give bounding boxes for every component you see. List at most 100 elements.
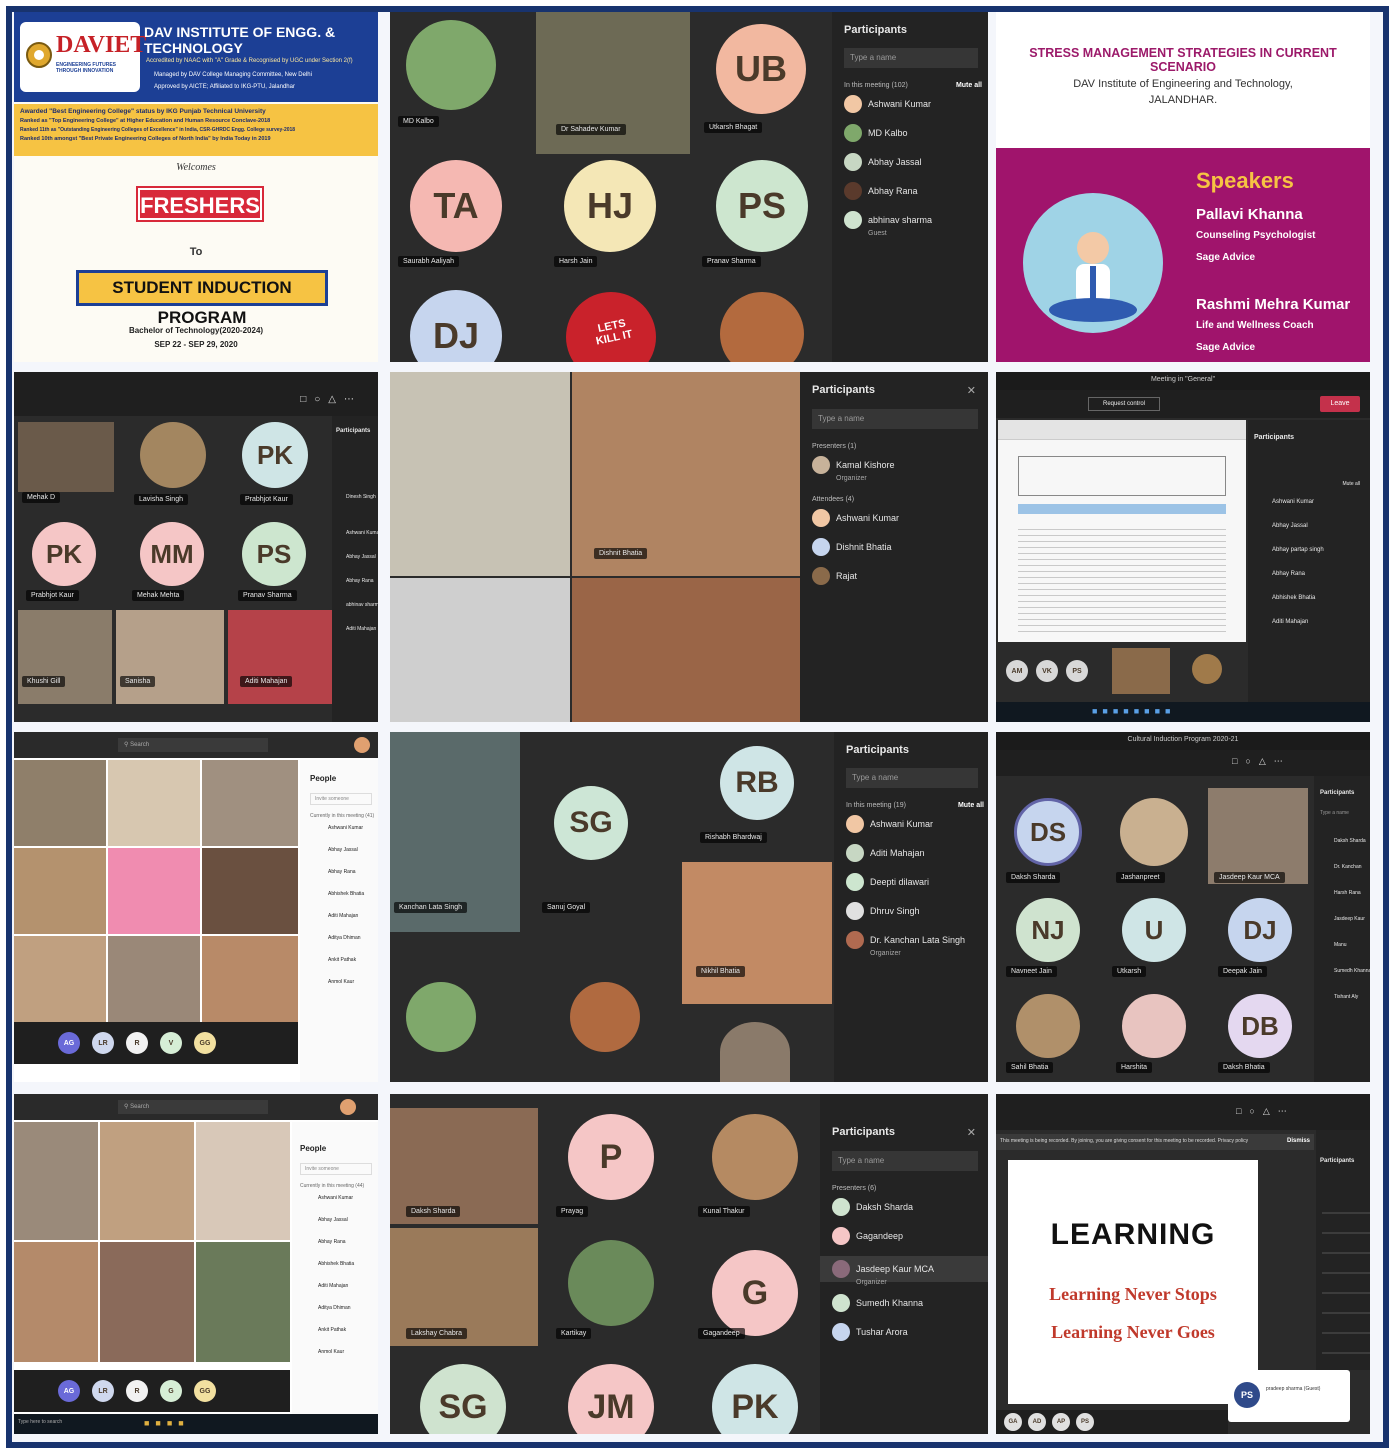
avatar-ga[interactable]: GA xyxy=(1004,1413,1022,1431)
video-tile[interactable] xyxy=(228,610,332,704)
participant-label[interactable]: Aditya Dhiman xyxy=(328,935,378,941)
video-tile[interactable] xyxy=(572,372,800,576)
avatar-jm[interactable]: JM xyxy=(568,1364,654,1434)
participant-label[interactable]: Abhay Rana xyxy=(318,1239,378,1245)
participant-row[interactable]: Tushar Arora xyxy=(832,1323,988,1341)
avatar-sg[interactable]: SG xyxy=(420,1364,506,1434)
participant-search[interactable]: Type a name xyxy=(832,1151,978,1171)
participant-label[interactable]: Abhay Jassal xyxy=(318,1217,378,1223)
participant-label[interactable]: Manu xyxy=(1334,942,1370,948)
avatar-gg[interactable]: GG xyxy=(194,1032,216,1054)
avatar-ps[interactable]: PS xyxy=(716,160,808,252)
participant-label[interactable]: Abhay Jassal xyxy=(346,554,378,560)
participant-row[interactable]: Dhruv Singh xyxy=(846,902,988,920)
avatar[interactable] xyxy=(340,1099,356,1115)
video-tile[interactable] xyxy=(14,936,106,1022)
participant-row[interactable]: Deepti dilawari xyxy=(846,873,988,891)
video-tile[interactable] xyxy=(14,848,106,934)
avatar-u[interactable]: U xyxy=(1122,898,1186,962)
avatar-ap[interactable]: AP xyxy=(1052,1413,1070,1431)
avatar-pk[interactable]: PK xyxy=(242,422,308,488)
video-tile[interactable] xyxy=(390,372,570,576)
avatar-lr[interactable]: LR xyxy=(92,1380,114,1402)
avatar-mm[interactable]: MM xyxy=(140,522,204,586)
avatar-dj[interactable]: DJ xyxy=(1228,898,1292,962)
participant-label[interactable]: Abhay Rana xyxy=(346,578,378,584)
video-tile[interactable] xyxy=(18,422,114,492)
participant-row[interactable]: Abhay Jassal xyxy=(844,153,988,171)
video-tile[interactable] xyxy=(1016,994,1080,1058)
participant-label[interactable]: Tishant Aly xyxy=(1334,994,1370,1000)
participant-search[interactable]: Type a name xyxy=(1320,810,1370,816)
video-tile[interactable] xyxy=(100,1122,194,1240)
participant-label[interactable]: Ashwani Kumar xyxy=(346,530,378,536)
video-tile[interactable] xyxy=(570,982,640,1052)
avatar-v[interactable]: V xyxy=(160,1032,182,1054)
participant-label[interactable]: Sumedh Khanna xyxy=(1334,968,1370,974)
video-tile[interactable] xyxy=(100,1242,194,1362)
participant-label[interactable]: Harsh Rana xyxy=(1334,890,1370,896)
participant-label[interactable]: Aditi Mahajan xyxy=(318,1283,378,1289)
participant-label[interactable]: Ashwani Kumar xyxy=(1272,499,1370,505)
avatar-g[interactable]: G xyxy=(712,1250,798,1336)
participant-row[interactable]: Ashwani Kumar xyxy=(844,95,988,113)
avatar-pk[interactable]: PK xyxy=(32,522,96,586)
participant-row[interactable]: Gagandeep xyxy=(832,1227,988,1245)
avatar-ps[interactable]: PS xyxy=(242,522,306,586)
avatar-ta[interactable]: TA xyxy=(410,160,502,252)
participant-row[interactable]: Dishnit Bhatia xyxy=(812,538,988,556)
mute-all-button[interactable]: Mute all xyxy=(1248,481,1360,487)
participant-row[interactable]: Ashwani Kumar xyxy=(812,509,988,527)
participant-label[interactable]: Daksh Sharda xyxy=(1334,838,1370,844)
participant-row[interactable]: Kamal Kishore xyxy=(812,456,988,474)
video-tile[interactable] xyxy=(140,422,206,488)
participant-row[interactable]: abhinav sharma xyxy=(844,211,988,229)
avatar-ub[interactable]: UB xyxy=(716,24,806,114)
video-tile[interactable] xyxy=(1122,994,1186,1058)
avatar-hj[interactable]: HJ xyxy=(564,160,656,252)
taskbar-icons[interactable]: ■■■■■■■■ xyxy=(1092,706,1176,716)
participant-row[interactable]: Sumedh Khanna xyxy=(832,1294,988,1312)
avatar-ps[interactable]: PS xyxy=(1066,660,1088,682)
participant-row[interactable]: Abhay Rana xyxy=(844,182,988,200)
participant-search[interactable]: Type a name xyxy=(844,48,978,68)
participant-label[interactable]: Ankit Pathak xyxy=(318,1327,378,1333)
search-box[interactable]: ⚲ Search xyxy=(118,1100,268,1114)
participant-row[interactable]: Ashwani Kumar xyxy=(846,815,988,833)
participant-label[interactable]: Abhay Jassal xyxy=(328,847,378,853)
participant-label[interactable]: Abhay Jassal xyxy=(1272,523,1370,529)
avatar[interactable] xyxy=(354,737,370,753)
participant-row[interactable]: Aditi Mahajan xyxy=(846,844,988,862)
taskbar-icons[interactable]: ■■■■ xyxy=(144,1418,190,1428)
participant-search[interactable]: Type a name xyxy=(812,409,978,429)
video-tile[interactable] xyxy=(202,936,298,1022)
video-tile[interactable] xyxy=(108,760,200,846)
video-tile[interactable] xyxy=(14,1122,98,1240)
participant-label[interactable]: Ashwani Kumar xyxy=(318,1195,378,1201)
participant-search[interactable]: Type a name xyxy=(846,768,978,788)
avatar-ag[interactable]: AG xyxy=(58,1380,80,1402)
video-tile[interactable] xyxy=(1120,798,1188,866)
participant-label[interactable]: Aditi Mahajan xyxy=(328,913,378,919)
close-icon[interactable]: ✕ xyxy=(967,1126,976,1139)
toolbar-icons[interactable]: □○△⋯ xyxy=(1232,756,1291,767)
video-tile[interactable] xyxy=(572,578,800,722)
search-box[interactable]: ⚲ Search xyxy=(118,738,268,752)
avatar-ps[interactable]: PS xyxy=(1076,1413,1094,1431)
invite-box[interactable]: Invite someone xyxy=(310,793,372,805)
video-tile[interactable] xyxy=(712,1114,798,1200)
participant-row[interactable]: Rajat xyxy=(812,567,988,585)
video-tile[interactable] xyxy=(108,936,200,1022)
video-tile[interactable] xyxy=(18,610,112,704)
video-tile[interactable] xyxy=(202,848,298,934)
mute-all-button[interactable]: Mute all xyxy=(956,82,982,89)
video-tile[interactable] xyxy=(406,20,496,110)
video-tile[interactable] xyxy=(720,1022,790,1082)
mute-all-button[interactable]: Mute all xyxy=(958,802,984,809)
avatar-rb[interactable]: RB xyxy=(720,746,794,820)
participant-label[interactable]: Abhishek Bhatia xyxy=(328,891,378,897)
video-tile[interactable] xyxy=(1192,654,1222,684)
toolbar-icons[interactable]: □○△⋯ xyxy=(300,394,362,405)
dismiss-button[interactable]: Dismiss xyxy=(1287,1138,1310,1144)
avatar-vk[interactable]: VK xyxy=(1036,660,1058,682)
